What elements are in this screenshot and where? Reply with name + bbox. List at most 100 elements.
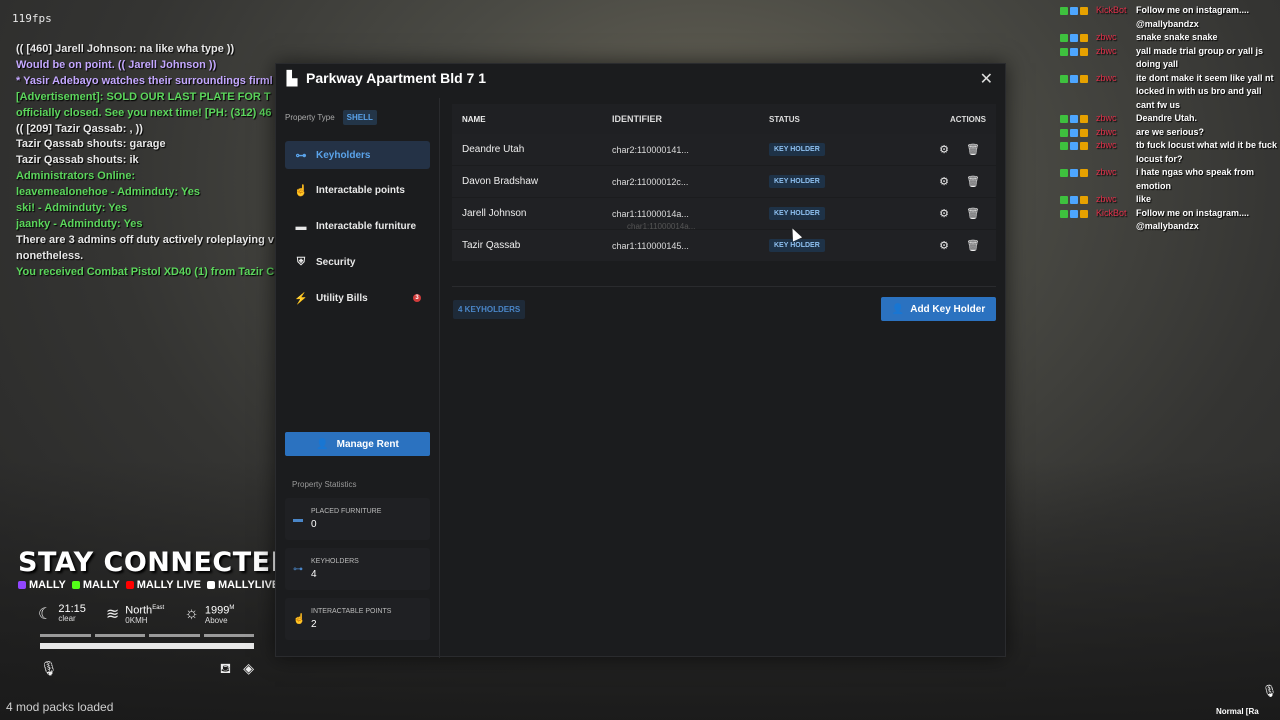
chat-username: KickBot: [1096, 5, 1127, 15]
badge-icon: [1080, 142, 1088, 150]
row-actions: ⚙ 🗑: [919, 239, 996, 252]
weather-text: NorthEast 0KMH: [125, 603, 164, 626]
weather-main: 21:15: [58, 604, 86, 615]
moon-icon: ☾: [38, 606, 53, 624]
modal-header: ▙ Parkway Apartment Bld 7 1 ✕: [276, 64, 1005, 92]
couch-icon: ▬: [293, 513, 303, 525]
property-modal: ▙ Parkway Apartment Bld 7 1 ✕ Property T…: [275, 63, 1006, 658]
sidebar-item-utility-bills[interactable]: ⚡ Utility Bills 3: [285, 284, 430, 312]
stream-chat: KickBot Follow me on instagram.... @mally…: [1060, 4, 1280, 234]
sidebar-item-interactable-points[interactable]: ☝ Interactable points: [285, 177, 430, 205]
user-badges: [1060, 193, 1092, 207]
stat-card: ☝ INTERACTABLE POINTS 2: [285, 598, 430, 640]
keyholder-count: 4 KEYHOLDERS: [453, 300, 526, 319]
weather-item: ≋ NorthEast 0KMH: [106, 603, 164, 626]
gear-icon[interactable]: ⚙: [939, 207, 949, 220]
building-icon: ▙: [286, 69, 298, 86]
chat-line: (( [209] Tazir Qassab: , )): [16, 122, 143, 135]
badge-icon: [1060, 7, 1068, 15]
key-icon: ⊶: [293, 563, 303, 575]
sidebar-item-keyholders[interactable]: ⊶ Keyholders: [285, 141, 430, 169]
stats-title: Property Statistics: [292, 480, 357, 489]
chat-line: There are 3 admins off duty actively rol…: [16, 233, 274, 246]
property-type-label: Property Type: [285, 113, 335, 122]
hand-pointer-icon: ☝: [293, 613, 306, 625]
status-badge: KEY HOLDER: [769, 207, 825, 220]
chat-text: i hate ngas who speak from emotion: [1136, 167, 1255, 191]
chat-username: zbwc: [1096, 113, 1117, 123]
chat-username: zbwc: [1096, 126, 1117, 137]
chat-text: ite dont make it seem like yall nt locke…: [1136, 72, 1274, 110]
social-icon: [18, 581, 26, 589]
close-icon[interactable]: ✕: [980, 69, 993, 89]
weather-main: NorthEast: [125, 603, 164, 616]
stay-connected-banner: STAY CONNECTED: [18, 547, 294, 578]
microphone-icon: 🎙: [1262, 684, 1278, 698]
chat-text: tb fuck locust what wld it be fuck locus…: [1136, 140, 1278, 164]
key-icon: ⊶: [295, 149, 307, 162]
status-bar-segment: [94, 634, 145, 637]
header-identifier: IDENTIFIER: [612, 114, 663, 124]
weather-item: ☼ 1999M Above: [184, 603, 234, 626]
divider: [452, 286, 996, 287]
status-badge: KEY HOLDER: [769, 143, 825, 156]
badge-icon: [1080, 47, 1088, 56]
keyholder-status: KEY HOLDER: [769, 207, 919, 220]
stat-value: 0: [311, 519, 317, 530]
chat-username: zbwc: [1096, 140, 1117, 150]
manage-rent-button[interactable]: 👤 Manage Rent: [285, 432, 430, 456]
user-plus-icon: 👤: [316, 438, 329, 450]
add-key-holder-button[interactable]: 👤 Add Key Holder: [881, 297, 996, 321]
keyholder-table: Deandre Utah char2:110000141... KEY HOLDER…: [452, 134, 996, 262]
trash-icon[interactable]: 🗑: [966, 239, 980, 252]
chat-text: snake snake snake: [1136, 32, 1218, 42]
weather-hud: ☾ 21:15 clear ≋ NorthEast 0KMH ☼ 1999M Above: [38, 603, 234, 626]
trash-icon[interactable]: 🗑: [966, 143, 980, 156]
gear-icon[interactable]: ⚙: [939, 143, 949, 156]
user-badges: [1060, 207, 1092, 234]
chat-username: zbwc: [1096, 72, 1117, 83]
badge-icon: [1060, 74, 1068, 83]
sidebar-item-interactable-furniture[interactable]: ▬ Interactable furniture: [285, 213, 430, 241]
trash-icon[interactable]: 🗑: [966, 175, 980, 188]
user-badges: [1060, 166, 1092, 193]
chat-line: leavemealonehoe - Adminduty: Yes: [16, 186, 201, 199]
chat-text: Follow me on instagram.... @mallybandzx: [1136, 207, 1250, 232]
social-icon: [71, 581, 80, 589]
chat-username: zbwc: [1096, 167, 1117, 177]
social-handle: MALLY LIVE: [125, 579, 201, 591]
weather-value: 1999: [204, 604, 230, 617]
chat-message: zbwc snake snake snake: [1060, 31, 1280, 45]
stat-card: ⊶ KEYHOLDERS 4: [285, 548, 430, 590]
trash-icon[interactable]: 🗑: [966, 207, 980, 220]
chat-text: Follow me on instagram.... @mallybandzx: [1136, 5, 1250, 29]
badge-icon: [1080, 34, 1088, 42]
badge-icon: [1070, 196, 1078, 204]
header-status: STATUS: [769, 114, 800, 124]
identifier-tooltip: char1:11000014a...: [627, 222, 696, 231]
chat-text: yall made trial group or yall js doing y…: [1136, 45, 1264, 70]
keyholder-identifier: char1:110000145...: [612, 240, 689, 251]
weather-sup: M: [229, 605, 235, 611]
chat-line: nonetheless.: [16, 249, 84, 262]
game-chat: (( [460] Jarell Johnson: na like wha typ…: [16, 42, 278, 281]
sidebar-item-security[interactable]: ⛨ Security: [285, 248, 430, 276]
keyholder-identifier: char2:110000141...: [612, 144, 689, 155]
sidebar-item-label: Interactable furniture: [316, 221, 417, 233]
chat-username: zbwc: [1096, 32, 1117, 42]
badge-icon: [1060, 196, 1068, 204]
chat-text: Deandre Utah.: [1136, 113, 1198, 123]
weather-sup: East: [152, 605, 165, 611]
gear-icon[interactable]: ⚙: [939, 175, 949, 188]
weather-sub: Above: [204, 615, 228, 625]
chat-line: [Advertisement]: SOLD OUR LAST PLATE FOR…: [16, 90, 271, 103]
row-actions: ⚙ 🗑: [919, 175, 996, 188]
mods-loaded-text: 4 mod packs loaded: [6, 700, 114, 714]
user-badges: [1060, 139, 1092, 166]
shield-icon: ⛨: [296, 255, 306, 268]
badge-icon: [1070, 34, 1078, 42]
stat-label: INTERACTABLE POINTS: [311, 608, 392, 615]
chat-line: officially closed. See you next time! [P…: [16, 106, 272, 119]
gear-icon[interactable]: ⚙: [939, 239, 949, 252]
weather-sub: clear: [58, 614, 76, 624]
